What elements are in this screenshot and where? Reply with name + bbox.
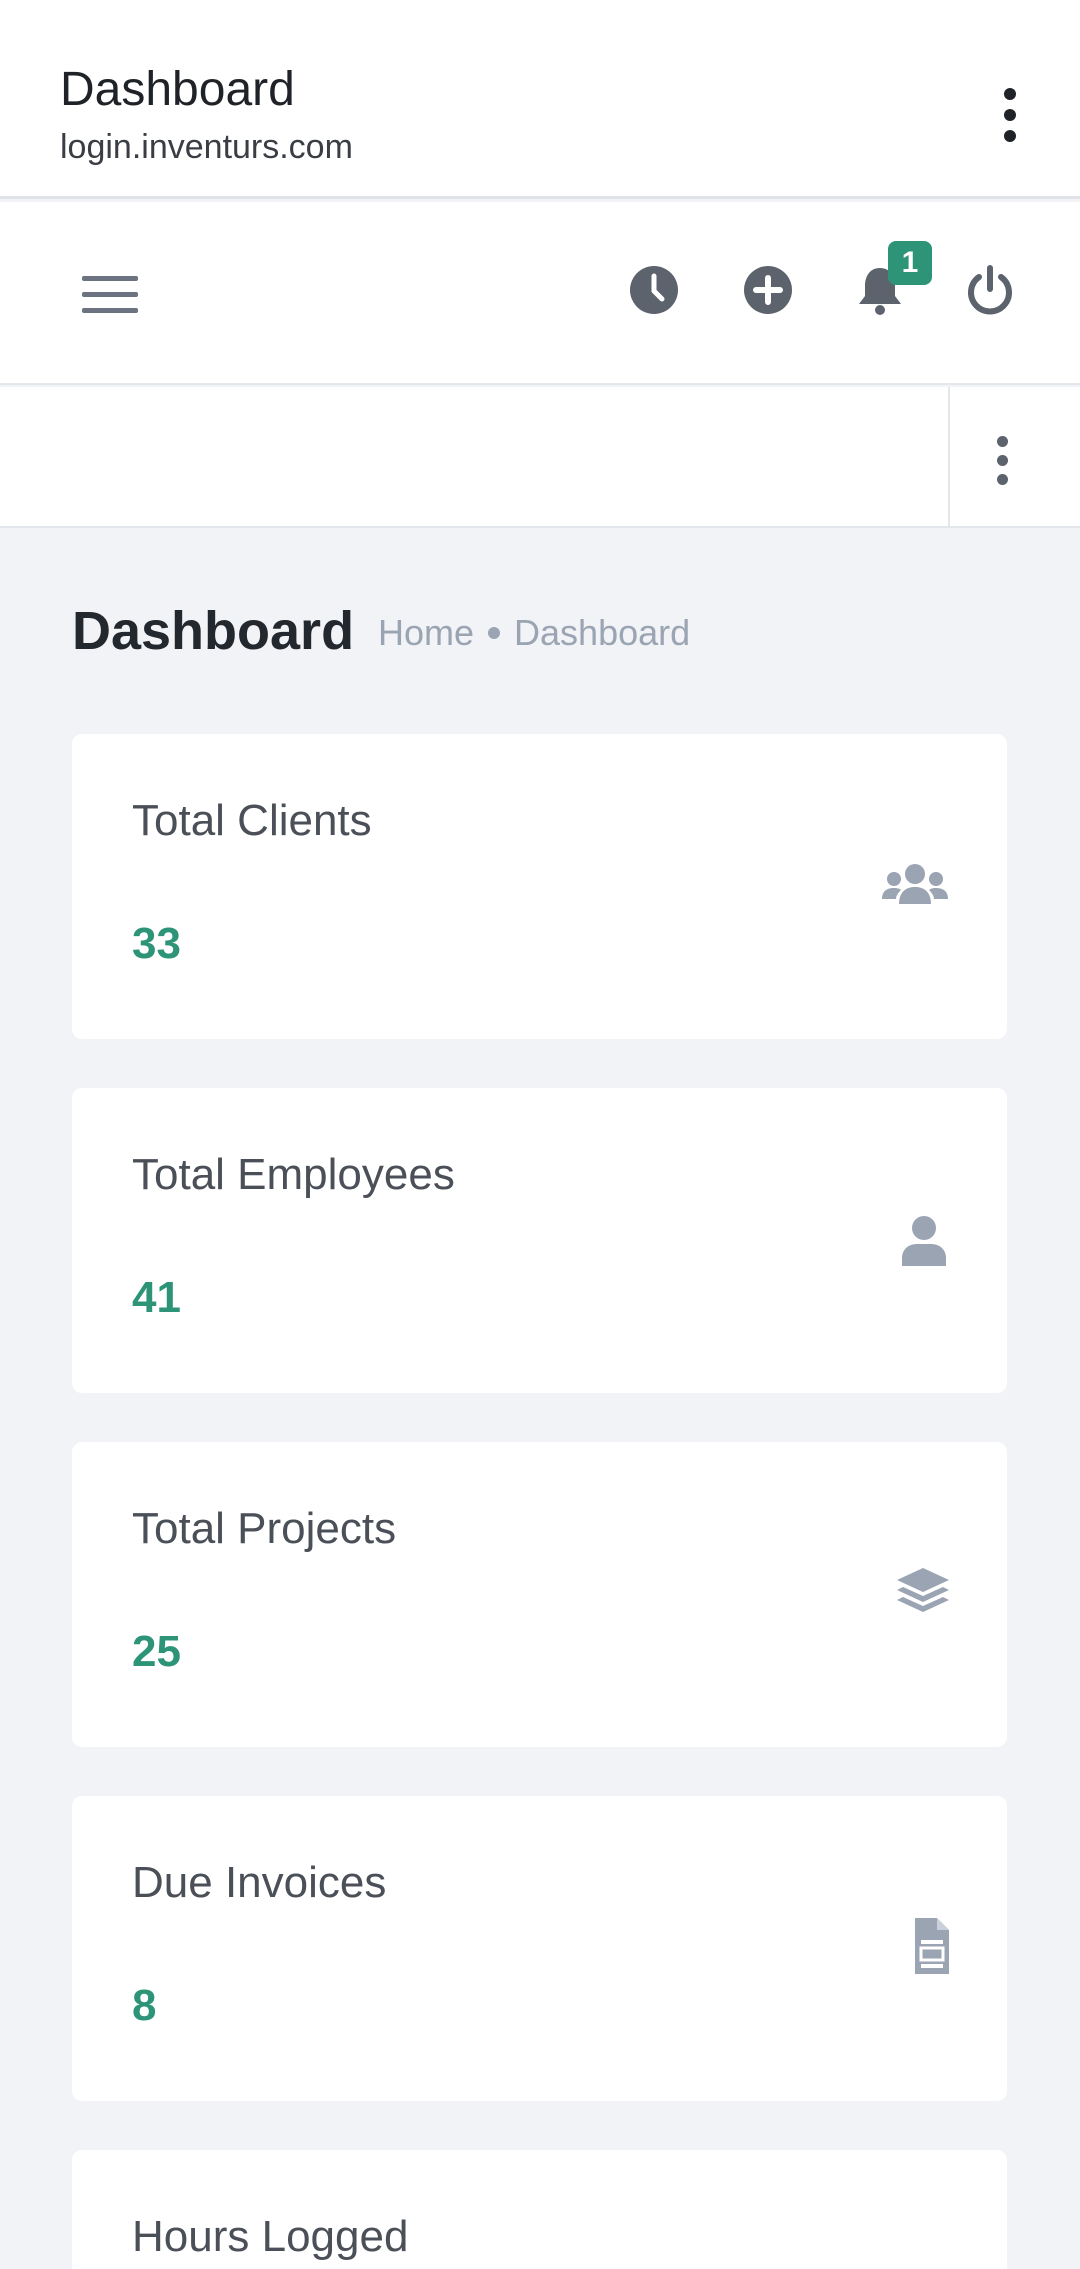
- card-label: Due Invoices: [132, 1858, 387, 1907]
- stat-card-total-projects[interactable]: Total Projects 25: [72, 1442, 1007, 1747]
- more-options-icon[interactable]: [992, 436, 1012, 493]
- card-label: Hours Logged: [132, 2212, 409, 2261]
- browser-title: Dashboard: [60, 63, 295, 116]
- page-title: Dashboard: [72, 601, 355, 661]
- browser-app-bar: Dashboard login.inventurs.com: [0, 0, 1080, 199]
- card-value: 33: [132, 919, 181, 968]
- stat-card-due-invoices[interactable]: Due Invoices 8: [72, 1796, 1007, 2101]
- breadcrumb: Home Dashboard: [378, 612, 690, 654]
- notification-count-badge: 1: [888, 241, 932, 285]
- browser-url[interactable]: login.inventurs.com: [60, 128, 353, 167]
- stat-card-hours-logged[interactable]: Hours Logged: [72, 2150, 1007, 2269]
- clock-icon[interactable]: [626, 262, 682, 318]
- breadcrumb-home[interactable]: Home: [378, 612, 474, 654]
- stat-card-total-employees[interactable]: Total Employees 41: [72, 1088, 1007, 1393]
- card-value: 41: [132, 1273, 181, 1322]
- breadcrumb-current: Dashboard: [514, 612, 691, 653]
- card-label: Total Employees: [132, 1150, 455, 1199]
- top-header: 1: [0, 202, 1080, 385]
- breadcrumb-separator: [488, 627, 501, 639]
- stat-card-total-clients[interactable]: Total Clients 33: [72, 734, 1007, 1039]
- file-invoice-icon: [879, 1914, 951, 1986]
- card-value: 8: [132, 1981, 157, 2030]
- user-icon: [879, 1206, 951, 1278]
- secondary-toolbar: [0, 387, 1080, 528]
- users-icon: [879, 852, 951, 924]
- power-icon[interactable]: [962, 262, 1018, 318]
- browser-menu-icon[interactable]: [1000, 88, 1020, 151]
- layers-icon: [879, 1560, 951, 1632]
- card-label: Total Projects: [132, 1504, 397, 1553]
- menu-icon[interactable]: [82, 276, 138, 313]
- toolbar-divider: [948, 387, 950, 528]
- card-label: Total Clients: [132, 796, 372, 845]
- plus-circle-icon[interactable]: [740, 262, 796, 318]
- card-value: 25: [132, 1627, 181, 1676]
